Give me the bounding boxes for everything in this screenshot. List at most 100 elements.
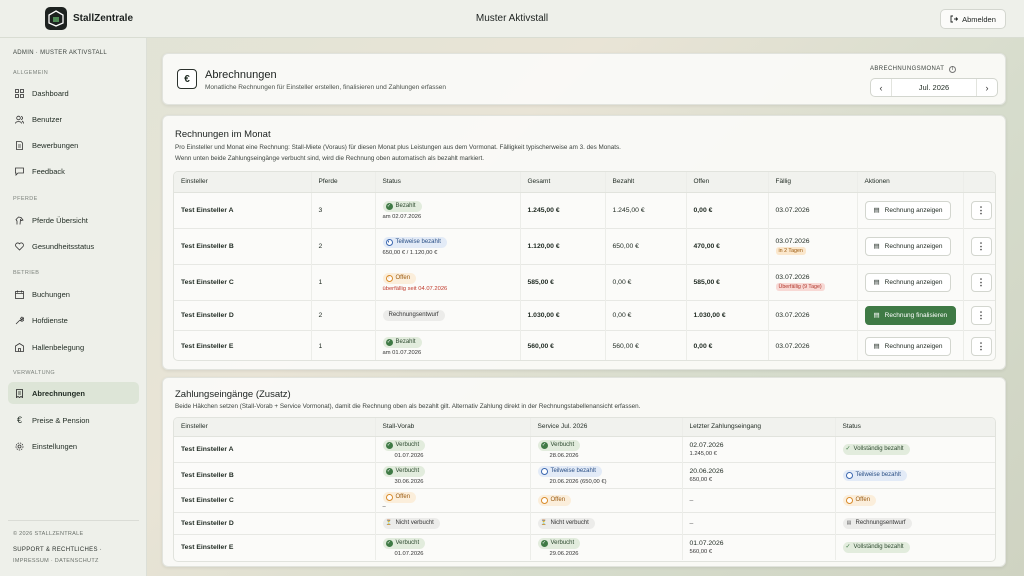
- sidebar-section-betrieb: BETRIEB: [13, 270, 40, 276]
- cell-total: 1.120,00 €: [519, 227, 605, 264]
- payments-desc: Beide Häkchen setzen (Stall-Vorab + Serv…: [175, 403, 641, 410]
- grid-icon: [15, 88, 24, 98]
- sidebar-divider: [8, 520, 139, 521]
- logout-button[interactable]: Abmelden: [940, 9, 1006, 29]
- status-badge: ▤ Rechnungsentwurf: [842, 517, 912, 529]
- invoices-card: Rechnungen im Monat Pro Einsteller und M…: [162, 115, 1006, 370]
- open-icon: [540, 496, 548, 504]
- hourglass-icon: ⏳: [385, 519, 393, 526]
- partial-icon: [845, 471, 853, 479]
- sidebar-user-line: ADMIN · MUSTER AKTIVSTALL: [13, 50, 108, 56]
- cell-due: 03.07.2026: [767, 191, 857, 228]
- cell-stall[interactable]: ⏳ Nicht verbucht: [374, 511, 530, 534]
- cell-service[interactable]: ✓ Verbucht 29.06.2026: [529, 533, 682, 560]
- cell-service[interactable]: ✓ Verbucht 28.06.2026: [529, 435, 682, 462]
- col-header: Pferde: [310, 172, 375, 193]
- sidebar-item-preise-pension[interactable]: € Preise & Pension: [8, 409, 139, 431]
- cell-stall[interactable]: ✓ Verbucht 01.07.2026: [374, 435, 530, 462]
- cell-last-payment: –: [681, 511, 835, 534]
- chevron-left-icon[interactable]: ‹: [871, 79, 891, 96]
- open-badge: Offen: [537, 494, 572, 506]
- sidebar-section-verwaltung: VERWALTUNG: [13, 370, 56, 376]
- cell-stall[interactable]: ✓ Verbucht 30.06.2026: [374, 461, 530, 488]
- sidebar-item-benutzer[interactable]: Benutzer: [8, 108, 139, 130]
- cell-stall[interactable]: ✓ Verbucht 01.07.2026: [374, 533, 530, 560]
- booked-badge: ✓ Verbucht: [537, 537, 581, 549]
- sidebar-item-feedback[interactable]: Feedback: [8, 160, 139, 182]
- cell-status: ! Offen überfällig seit 04.07.2026: [374, 263, 520, 300]
- more-options-icon[interactable]: ⋮: [970, 272, 992, 292]
- status-badge: ✓ Bezahlt: [382, 336, 422, 348]
- due-note: Überfällig (9 Tage): [775, 282, 825, 291]
- page-subtitle: Monatliche Rechnungen für Einsteller ers…: [205, 84, 447, 91]
- booked-badge: ✓ Verbucht: [382, 465, 426, 477]
- table-row: Test Einsteller C 1 ! Offen überfällig se…: [174, 263, 995, 300]
- info-icon[interactable]: i: [949, 66, 957, 73]
- sidebar-item-einstellungen[interactable]: Einstellungen: [8, 435, 139, 457]
- cell-service[interactable]: Teilweise bezahlt 20.06.2026 (650,00 €): [529, 461, 682, 488]
- page-title: Abrechnungen: [205, 69, 277, 81]
- cell-open: 585,00 €: [685, 263, 768, 300]
- sidebar-item-gesundheitsstatus[interactable]: Gesundheitsstatus: [8, 235, 139, 257]
- cell-stall[interactable]: Offen –: [374, 487, 530, 512]
- view-invoice-button[interactable]: ▤ Rechnung anzeigen: [864, 236, 952, 256]
- gear-icon: [15, 442, 24, 450]
- cell-status: ✓ Bezahlt am 01.07.2026: [374, 329, 520, 360]
- cell-name: Test Einsteller A: [174, 435, 375, 462]
- sidebar-item-pferde-uebersicht[interactable]: Pferde Übersicht: [8, 209, 139, 231]
- more-options-icon[interactable]: ⋮: [970, 200, 992, 220]
- check-icon: ✓: [385, 441, 393, 449]
- euro-icon: €: [177, 69, 197, 89]
- sidebar-copyright: © 2026 STALLZENTRALE: [13, 531, 84, 537]
- cell-horses: 1: [310, 329, 375, 360]
- cell-name: Test Einsteller B: [174, 227, 311, 264]
- cell-service[interactable]: Offen: [529, 487, 682, 512]
- logout-label: Abmelden: [962, 14, 996, 24]
- sidebar-legal-links[interactable]: IMPRESSUM · DATENSCHUTZ: [13, 558, 99, 564]
- payments-card: Zahlungseingänge (Zusatz) Beide Häkchen …: [162, 377, 1006, 567]
- more-options-icon[interactable]: ⋮: [970, 236, 992, 256]
- last-date: 01.07.2026: [689, 539, 724, 547]
- cell-service[interactable]: ⏳ Nicht verbucht: [529, 511, 682, 534]
- invoices-table: Einsteller Pferde Status Gesamt Bezahlt …: [174, 172, 995, 360]
- cell-total: 560,00 €: [519, 329, 605, 360]
- view-invoice-button[interactable]: ▤ Rechnung anzeigen: [864, 336, 952, 356]
- top-bar: StallZentrale Muster Aktivstall Abmelden: [0, 0, 1024, 38]
- sidebar-item-abrechnungen[interactable]: Abrechnungen: [8, 382, 139, 404]
- sidebar-support-link[interactable]: SUPPORT & RECHTLICHES ·: [13, 547, 102, 553]
- page-header-card: € Abrechnungen Monatliche Rechnungen für…: [162, 53, 1006, 105]
- status-sub: am 02.07.2026: [382, 213, 422, 220]
- sidebar-item-label: Einstellungen: [32, 441, 78, 451]
- sidebar-item-label: Preise & Pension: [32, 415, 90, 425]
- view-invoice-button[interactable]: ▤ Rechnung anzeigen: [864, 272, 952, 292]
- sidebar-item-buchungen[interactable]: Buchungen: [8, 283, 139, 305]
- table-row: Test Einsteller D 2 Rechnungsentwurf 1.0…: [174, 299, 995, 330]
- sidebar-item-bewerbungen[interactable]: Bewerbungen: [8, 134, 139, 156]
- sidebar-section-allgemein: ALLGEMEIN: [13, 70, 49, 76]
- more-options-icon[interactable]: ⋮: [970, 336, 992, 356]
- more-options-icon[interactable]: ⋮: [970, 305, 992, 325]
- last-amount: 650,00 €: [689, 476, 713, 483]
- document-icon: ▤: [873, 243, 880, 250]
- check-icon: ✓: [845, 543, 851, 550]
- partial-icon: ◐: [385, 238, 393, 246]
- sidebar-item-hallenbelegung[interactable]: Hallenbelegung: [8, 336, 139, 358]
- chevron-right-icon[interactable]: ›: [977, 79, 997, 96]
- sidebar-item-hofdienste[interactable]: Hofdienste: [8, 309, 139, 331]
- month-value[interactable]: Jul. 2026: [891, 79, 977, 96]
- last-amount: 560,00 €: [689, 548, 713, 555]
- finalize-invoice-button[interactable]: ▤ Rechnung finalisieren: [864, 305, 957, 325]
- cell-last-payment: 01.07.2026 560,00 €: [681, 533, 835, 560]
- sidebar-item-dashboard[interactable]: Dashboard: [8, 82, 139, 104]
- cell-due: 03.07.2026 Überfällig (9 Tage): [767, 263, 857, 300]
- not-booked-badge: ⏳ Nicht verbucht: [537, 517, 595, 529]
- cell-status: Offen: [834, 487, 995, 512]
- status-badge: ✓ Vollständig bezahlt: [842, 443, 910, 455]
- check-icon: ✓: [385, 338, 393, 346]
- cell-last-payment: –: [681, 487, 835, 512]
- view-invoice-button[interactable]: ▤ Rechnung anzeigen: [864, 200, 952, 220]
- check-icon: ✓: [385, 539, 393, 547]
- sidebar-item-label: Abrechnungen: [32, 388, 85, 398]
- cell-name: Test Einsteller A: [174, 191, 311, 228]
- cell-status: ✓ Vollständig bezahlt: [834, 533, 995, 560]
